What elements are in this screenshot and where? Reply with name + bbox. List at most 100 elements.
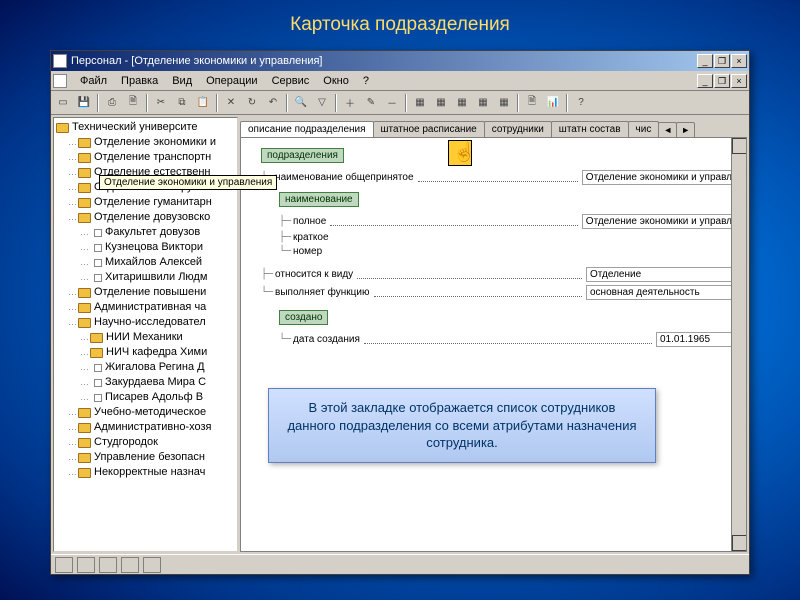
tb-paste-icon[interactable]: 📋 [193, 93, 213, 113]
maximize-button[interactable]: ❐ [714, 54, 730, 68]
sb-btn-3[interactable] [99, 557, 117, 573]
tree-item[interactable]: …Михайлов Алексей [54, 255, 237, 270]
tab-employees[interactable]: сотрудники [484, 121, 552, 137]
tb-grid2-icon[interactable]: ▦ [431, 93, 451, 113]
sb-btn-2[interactable] [77, 557, 95, 573]
tab-count[interactable]: чис [628, 121, 660, 137]
tree-item-label: НИЧ кафедра Хими [106, 345, 207, 360]
tree-item-label: Научно-исследовател [94, 315, 206, 330]
tb-undo-icon[interactable]: ↶ [263, 93, 283, 113]
folder-icon [78, 168, 91, 178]
tree-item[interactable]: …Факультет довузов [54, 225, 237, 240]
mdi-close-button[interactable]: × [731, 74, 747, 88]
tb-preview-icon[interactable]: 🗎 [123, 93, 143, 113]
label-date-created: дата создания [293, 334, 360, 345]
mdi-minimize-button[interactable]: _ [697, 74, 713, 88]
folder-icon [56, 123, 69, 133]
toolbar: ▭ 💾 ⎙ 🗎 ✂ ⧉ 📋 ✕ ↻ ↶ 🔍 ▽ ＋ ✎ － ▦ ▦ ▦ ▦ ▦ … [51, 91, 749, 115]
menu-help[interactable]: ? [356, 73, 376, 89]
tb-cut-icon[interactable]: ✂ [151, 93, 171, 113]
folder-icon [78, 198, 91, 208]
sb-btn-4[interactable] [121, 557, 139, 573]
sb-btn-1[interactable] [55, 557, 73, 573]
tree-tooltip: Отделение экономики и управления [99, 175, 277, 190]
tree-item[interactable]: …Отделение повышени [54, 285, 237, 300]
value-name-common[interactable]: Отделение экономики и управл [582, 170, 736, 185]
tb-delete-icon[interactable]: ✕ [221, 93, 241, 113]
tree-item[interactable]: …Кузнецова Виктори [54, 240, 237, 255]
tb-add-icon[interactable]: ＋ [340, 93, 360, 113]
tree-item[interactable]: …Закурдаева Мира С [54, 375, 237, 390]
leaf-icon [94, 394, 102, 402]
tab-composition[interactable]: штатн состав [551, 121, 629, 137]
minimize-button[interactable]: _ [697, 54, 713, 68]
tree-item[interactable]: …Отделение гуманитарн [54, 195, 237, 210]
value-name-full[interactable]: Отделение экономики и управл [582, 214, 736, 229]
titlebar: Персонал - [Отделение экономики и управл… [51, 51, 749, 71]
tree-item[interactable]: …Управление безопасн [54, 450, 237, 465]
tree-item-label: Факультет довузов [105, 225, 200, 240]
menu-edit[interactable]: Правка [114, 73, 165, 89]
label-name-number: номер [293, 246, 322, 257]
tb-grid4-icon[interactable]: ▦ [473, 93, 493, 113]
tb-filter-icon[interactable]: ▽ [312, 93, 332, 113]
tab-staffing[interactable]: штатное расписание [373, 121, 485, 137]
menubar: Файл Правка Вид Операции Сервис Окно ? _… [51, 71, 749, 91]
value-kind[interactable]: Отделение [586, 267, 736, 282]
tree-item[interactable]: …Отделение довузовско [54, 210, 237, 225]
tree-item-label: Хитаришвили Людм [105, 270, 207, 285]
tb-copy-icon[interactable]: ⧉ [172, 93, 192, 113]
tb-open-icon[interactable]: ▭ [53, 93, 73, 113]
tb-help-icon[interactable]: ? [571, 93, 591, 113]
tb-report-icon[interactable]: 🗎 [522, 93, 542, 113]
value-date-created[interactable]: 01.01.1965 [656, 332, 736, 347]
menu-window[interactable]: Окно [316, 73, 356, 89]
menu-file[interactable]: Файл [73, 73, 114, 89]
tab-scroll-right[interactable]: ► [676, 122, 695, 137]
tree-item[interactable]: Технический университе [54, 120, 237, 135]
label-function: выполняет функцию [275, 287, 369, 298]
leaf-icon [94, 364, 102, 372]
tree-item[interactable]: …Отделение транспортн [54, 150, 237, 165]
tree-item[interactable]: …Хитаришвили Людм [54, 270, 237, 285]
tab-scroll-left[interactable]: ◄ [658, 122, 677, 137]
menu-operations[interactable]: Операции [199, 73, 264, 89]
close-button[interactable]: × [731, 54, 747, 68]
tb-remove-icon[interactable]: － [382, 93, 402, 113]
leaf-icon [94, 274, 102, 282]
tree-item[interactable]: …НИЧ кафедра Хими [54, 345, 237, 360]
menu-service[interactable]: Сервис [265, 73, 317, 89]
tb-print-icon[interactable]: ⎙ [102, 93, 122, 113]
tab-description[interactable]: описание подразделения [240, 121, 374, 137]
sb-btn-5[interactable] [143, 557, 161, 573]
tree-item[interactable]: …Научно-исследовател [54, 315, 237, 330]
tb-edit-icon[interactable]: ✎ [361, 93, 381, 113]
leaf-icon [94, 229, 102, 237]
folder-icon [78, 408, 91, 418]
tree-item[interactable]: …Отделение экономики и [54, 135, 237, 150]
tb-find-icon[interactable]: 🔍 [291, 93, 311, 113]
tree-item[interactable]: …Студгородок [54, 435, 237, 450]
tb-refresh-icon[interactable]: ↻ [242, 93, 262, 113]
tb-grid3-icon[interactable]: ▦ [452, 93, 472, 113]
tree-item[interactable]: …Некорректные назнач [54, 465, 237, 480]
tree-item-label: Михайлов Алексей [105, 255, 202, 270]
tree-item[interactable]: …НИИ Механики [54, 330, 237, 345]
tb-save-icon[interactable]: 💾 [74, 93, 94, 113]
value-function[interactable]: основная деятельность [586, 285, 736, 300]
tb-grid1-icon[interactable]: ▦ [410, 93, 430, 113]
mdi-maximize-button[interactable]: ❐ [714, 74, 730, 88]
tree-item[interactable]: …Административная ча [54, 300, 237, 315]
tree-item[interactable]: …Писарев Адольф В [54, 390, 237, 405]
tree-item[interactable]: …Жигалова Регина Д [54, 360, 237, 375]
tree-item[interactable]: …Административно-хозя [54, 420, 237, 435]
folder-icon [78, 303, 91, 313]
tree-item-label: Отделение транспортн [94, 150, 211, 165]
statusbar [51, 554, 749, 574]
scrollbar-vertical[interactable] [731, 138, 746, 551]
tree-item-label: Отделение довузовско [94, 210, 210, 225]
tb-grid5-icon[interactable]: ▦ [494, 93, 514, 113]
menu-view[interactable]: Вид [165, 73, 199, 89]
tree-item[interactable]: …Учебно-методическое [54, 405, 237, 420]
tb-chart-icon[interactable]: 📊 [543, 93, 563, 113]
